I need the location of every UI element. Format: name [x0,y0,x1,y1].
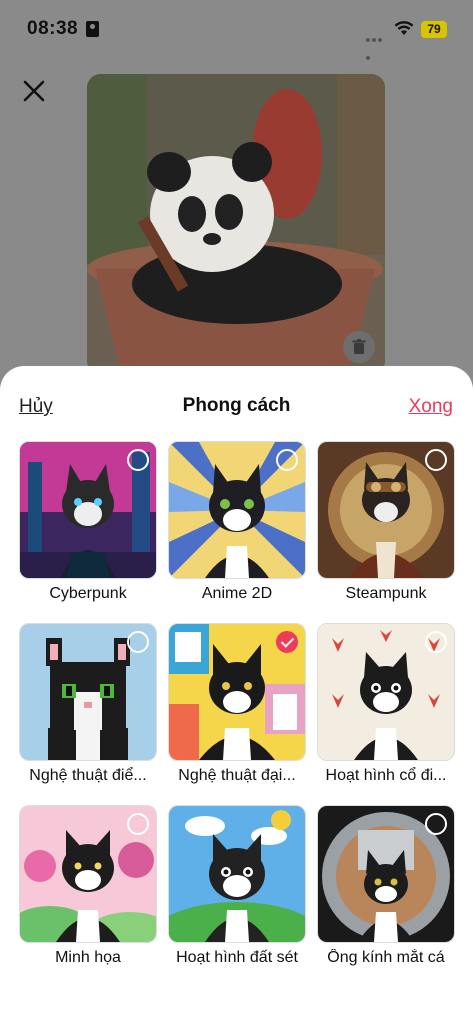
style-card-anime-2d[interactable]: Anime 2D [168,441,306,603]
style-card-classic-cartoon[interactable]: Hoạt hình cổ đi... [317,623,455,785]
style-thumbnail [168,805,306,943]
panda-photo [87,74,385,374]
style-label: Steampunk [345,585,427,602]
style-card-steampunk[interactable]: Steampunk [317,441,455,603]
style-thumbnail [317,805,455,943]
wifi-icon [394,21,414,35]
style-thumbnail [19,441,157,579]
id-card-icon [86,21,99,37]
select-radio[interactable] [425,631,447,653]
select-radio[interactable] [276,449,298,471]
photo-preview [87,74,385,374]
style-card-illustration[interactable]: Minh họa [19,805,157,967]
style-label: Anime 2D [201,585,273,602]
style-thumbnail [19,805,157,943]
style-thumbnail [317,441,455,579]
select-radio[interactable] [127,449,149,471]
style-label: Ống kính mắt cá [327,949,445,966]
select-radio[interactable] [127,813,149,835]
style-label: Minh họa [55,949,121,966]
style-thumbnail [317,623,455,761]
style-label: Nghệ thuật điể... [29,767,147,784]
style-label: Hoạt hình đất sét [176,949,298,966]
style-card-pixel-art[interactable]: Nghệ thuật điể... [19,623,157,785]
delete-photo-button[interactable] [343,331,375,363]
trash-icon [352,339,366,354]
style-thumbnail [168,441,306,579]
style-label: Nghệ thuật đại... [178,767,296,784]
select-radio[interactable] [425,813,447,835]
sheet-title: Phong cách [182,395,291,416]
style-card-clay-animation[interactable]: Hoạt hình đất sét [168,805,306,967]
style-card-fisheye-lens[interactable]: Ống kính mắt cá [317,805,455,967]
style-label: Cyberpunk [49,585,127,602]
style-thumbnail [19,623,157,761]
style-label: Hoạt hình cổ đi... [325,767,447,784]
close-icon[interactable] [20,77,48,105]
battery-indicator: 79 [421,21,447,38]
style-card-pop-art[interactable]: Nghệ thuật đại... [168,623,306,785]
select-radio[interactable] [127,631,149,653]
status-bar: 08:38 79 [0,0,473,60]
style-picker-sheet: Hủy Phong cách Xong Cyberpunk Anime 2D S… [0,366,473,1024]
style-thumbnail [168,623,306,761]
signal-dots-icon [366,29,388,60]
clay-cat-image [169,806,305,942]
style-card-cyberpunk[interactable]: Cyberpunk [19,441,157,603]
select-radio[interactable] [425,449,447,471]
done-button[interactable]: Xong [409,396,453,418]
select-radio-checked[interactable] [276,631,298,653]
status-time: 08:38 [27,18,79,39]
